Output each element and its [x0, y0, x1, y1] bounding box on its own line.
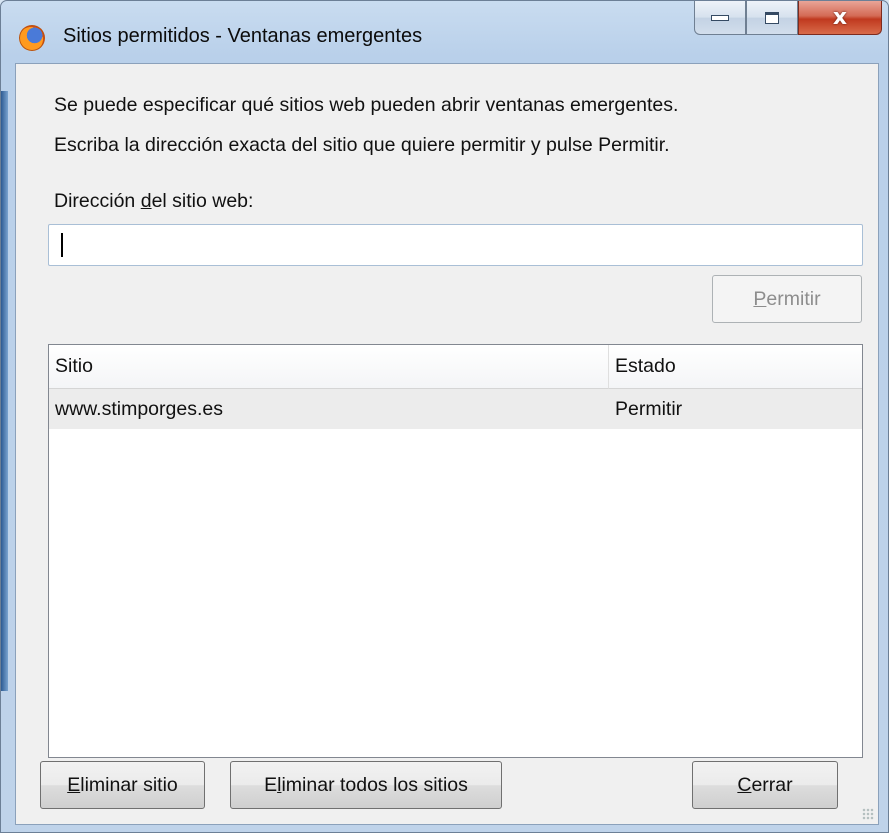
address-label-part: Dirección — [54, 190, 141, 212]
remove-site-mnemonic: E — [67, 773, 81, 796]
window-controls: x — [694, 1, 882, 43]
close-window-button[interactable]: x — [798, 1, 882, 35]
table-row[interactable]: www.stimporges.es Permitir — [49, 389, 862, 429]
close-button-mnemonic: C — [737, 773, 752, 796]
intro-text-line2: Escriba la dirección exacta del sitio qu… — [54, 134, 670, 156]
dialog-body: Se puede especificar qué sitios web pued… — [15, 63, 879, 825]
state-cell: Permitir — [615, 397, 683, 420]
remove-all-label: iminar todos los sitios — [281, 773, 468, 796]
column-header-state[interactable]: Estado — [609, 345, 862, 389]
close-button[interactable]: Cerrar — [692, 761, 838, 809]
column-header-site[interactable]: Sitio — [49, 345, 609, 389]
dialog-window: Sitios permitidos - Ventanas emergentes … — [0, 0, 889, 833]
window-title: Sitios permitidos - Ventanas emergentes — [63, 25, 423, 47]
minimize-icon — [711, 14, 729, 21]
resize-grip[interactable] — [862, 808, 874, 820]
text-caret — [61, 233, 63, 257]
minimize-button[interactable] — [694, 1, 746, 35]
remove-all-sites-button[interactable]: El iminar todos los sitios — [230, 761, 502, 809]
address-label: Dirección del sitio web: — [54, 190, 253, 213]
website-address-input[interactable] — [48, 224, 863, 266]
firefox-icon — [19, 25, 45, 51]
allow-button-label: ermitir — [766, 287, 821, 310]
allow-button-mnemonic: P — [753, 287, 767, 310]
remove-site-label: liminar sitio — [80, 773, 178, 796]
remove-site-button[interactable]: Eliminar sitio — [40, 761, 205, 809]
sites-table[interactable]: Sitio Estado www.stimporges.es Permitir — [48, 344, 863, 758]
remove-all-label-part: E — [264, 773, 278, 796]
window-edge-accent — [1, 91, 8, 691]
site-cell: www.stimporges.es — [55, 397, 223, 420]
address-label-mnemonic: d — [140, 190, 152, 212]
close-icon: x — [832, 5, 848, 30]
intro-text-line1: Se puede especificar qué sitios web pued… — [54, 94, 679, 116]
maximize-button[interactable] — [746, 1, 798, 35]
close-button-label: errar — [751, 773, 793, 796]
maximize-icon — [765, 11, 779, 24]
title-bar[interactable]: Sitios permitidos - Ventanas emergentes … — [1, 1, 888, 63]
allow-button[interactable]: Permitir — [712, 275, 862, 323]
address-label-part: el sitio web: — [151, 190, 254, 212]
